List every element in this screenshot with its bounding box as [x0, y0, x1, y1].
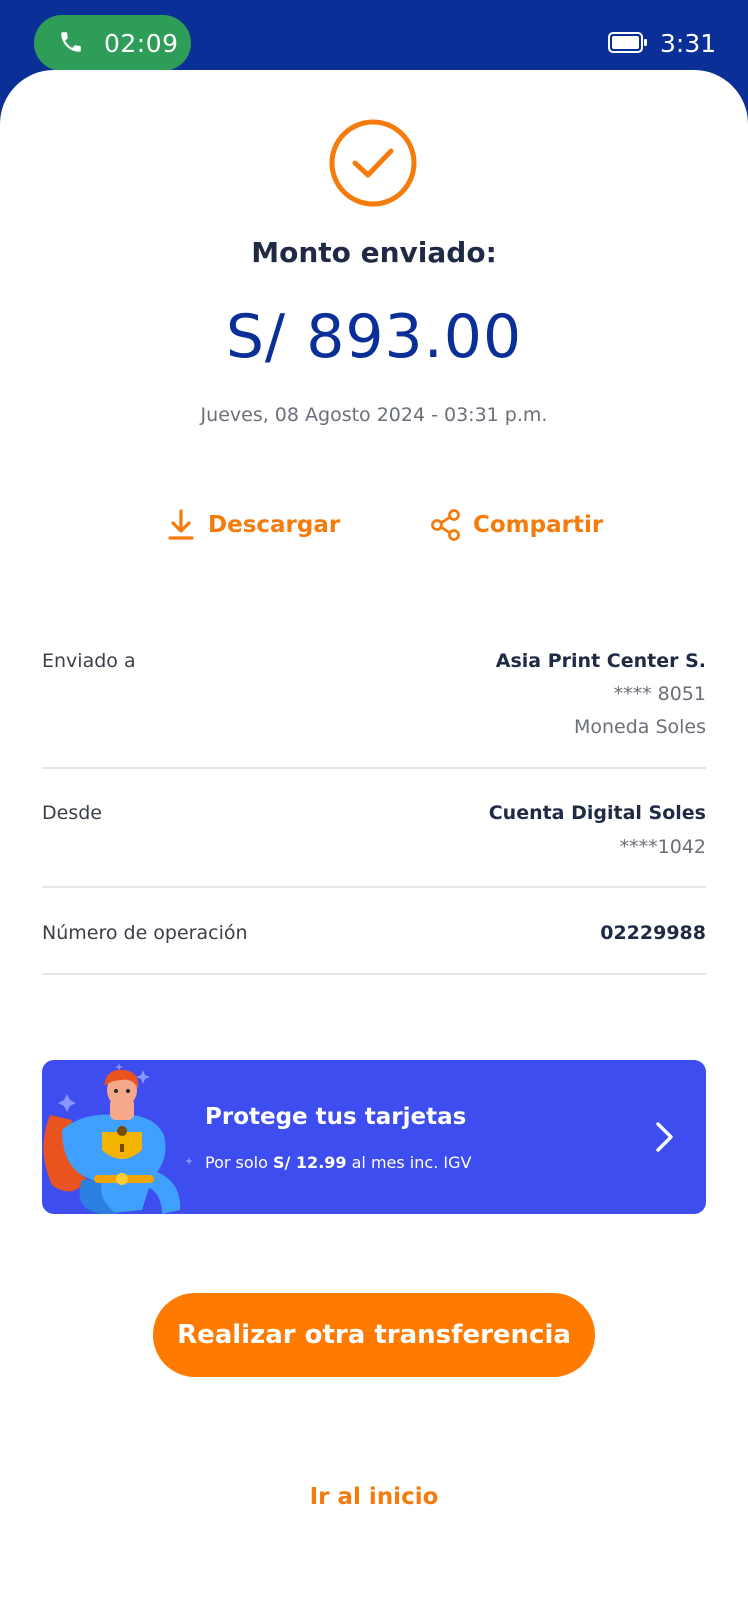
card-protection-banner[interactable]: Protege tus tarjetas Por solo S/ 12.99 a… [42, 1060, 706, 1214]
share-label: Compartir [473, 512, 604, 538]
operation-number: 02229988 [600, 922, 706, 944]
recipient-currency: Moneda Soles [573, 716, 706, 738]
promo-sub-suffix: al mes inc. IGV [346, 1153, 472, 1172]
promo-subtitle: Por solo S/ 12.99 al mes inc. IGV [205, 1153, 471, 1172]
share-icon [431, 509, 460, 541]
download-icon [168, 509, 194, 540]
go-home-link[interactable]: Ir al inicio [0, 1484, 748, 1510]
operation-number-label: Número de operación [42, 922, 248, 944]
share-button[interactable]: Compartir [431, 505, 603, 545]
divider [42, 973, 706, 975]
recipient-account: **** 8051 [613, 683, 706, 705]
amount-label: Monto enviado: [251, 236, 497, 269]
source-account-name: Cuenta Digital Soles [488, 802, 706, 824]
recipient-name: Asia Print Center S. [495, 650, 706, 672]
ongoing-call-pill[interactable]: 02:09 [34, 15, 191, 71]
download-label: Descargar [208, 512, 341, 538]
amount-value: S/ 893.00 [225, 302, 523, 372]
source-account-number: ****1042 [619, 836, 706, 858]
transaction-date: Jueves, 08 Agosto 2024 - 03:31 p.m. [200, 404, 548, 426]
from-label: Desde [42, 802, 102, 824]
sent-to-label: Enviado a [42, 650, 136, 672]
promo-price: S/ 12.99 [272, 1153, 347, 1172]
divider [42, 767, 706, 769]
mascot-illustration [43, 1063, 193, 1214]
download-button[interactable]: Descargar [166, 505, 340, 545]
promo-title: Protege tus tarjetas [205, 1104, 467, 1130]
check-circle-icon [329, 119, 417, 207]
promo-sub-prefix: Por solo [205, 1153, 273, 1172]
status-clock: 3:31 [660, 29, 717, 58]
call-timer: 02:09 [104, 29, 179, 58]
phone-icon [61, 32, 81, 52]
battery-icon [608, 32, 647, 53]
divider [42, 886, 706, 888]
new-transfer-button[interactable]: Realizar otra transferencia [153, 1293, 595, 1377]
chevron-right-icon [656, 1122, 673, 1152]
